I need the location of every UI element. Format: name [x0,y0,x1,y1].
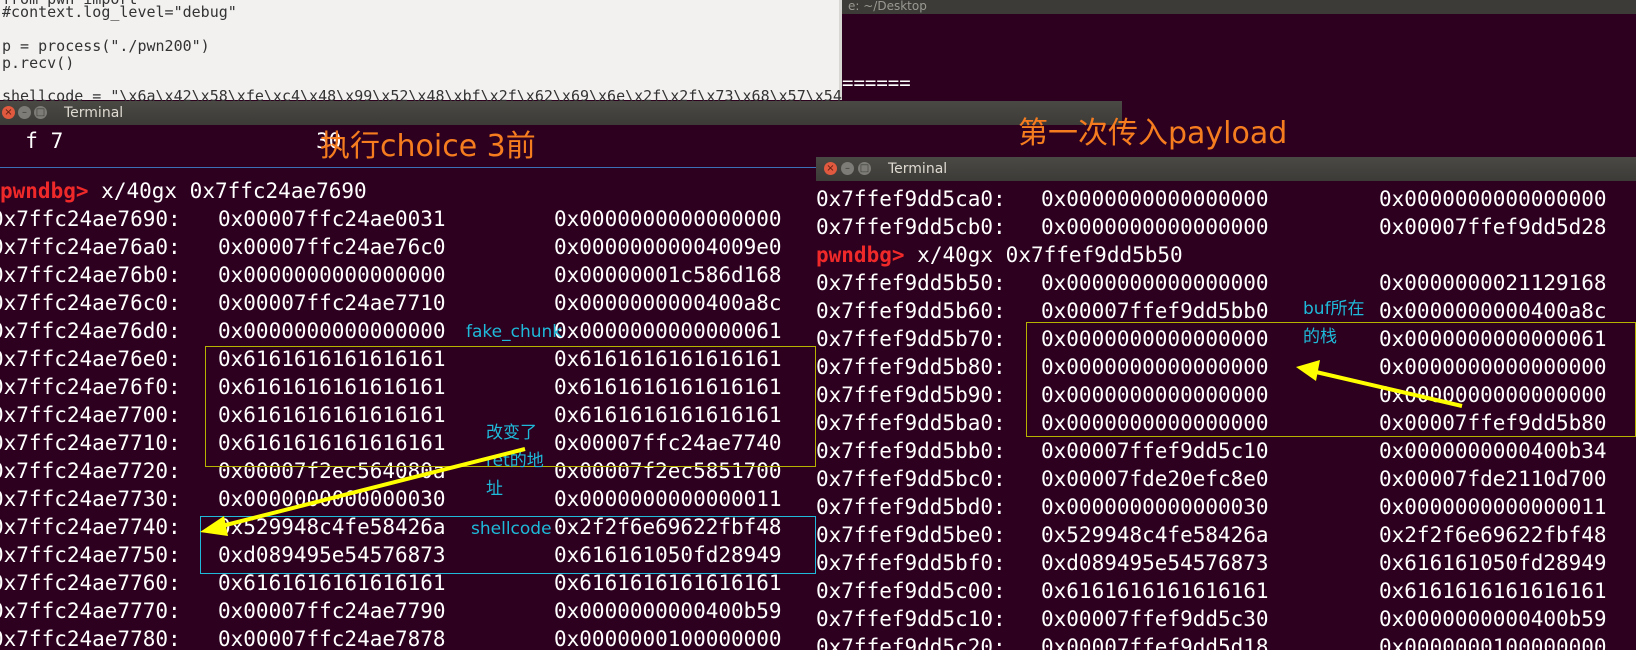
left-arrow-icon [200,447,526,536]
arrow-overlay [200,360,1463,536]
right-arrow-icon [1296,360,1463,408]
